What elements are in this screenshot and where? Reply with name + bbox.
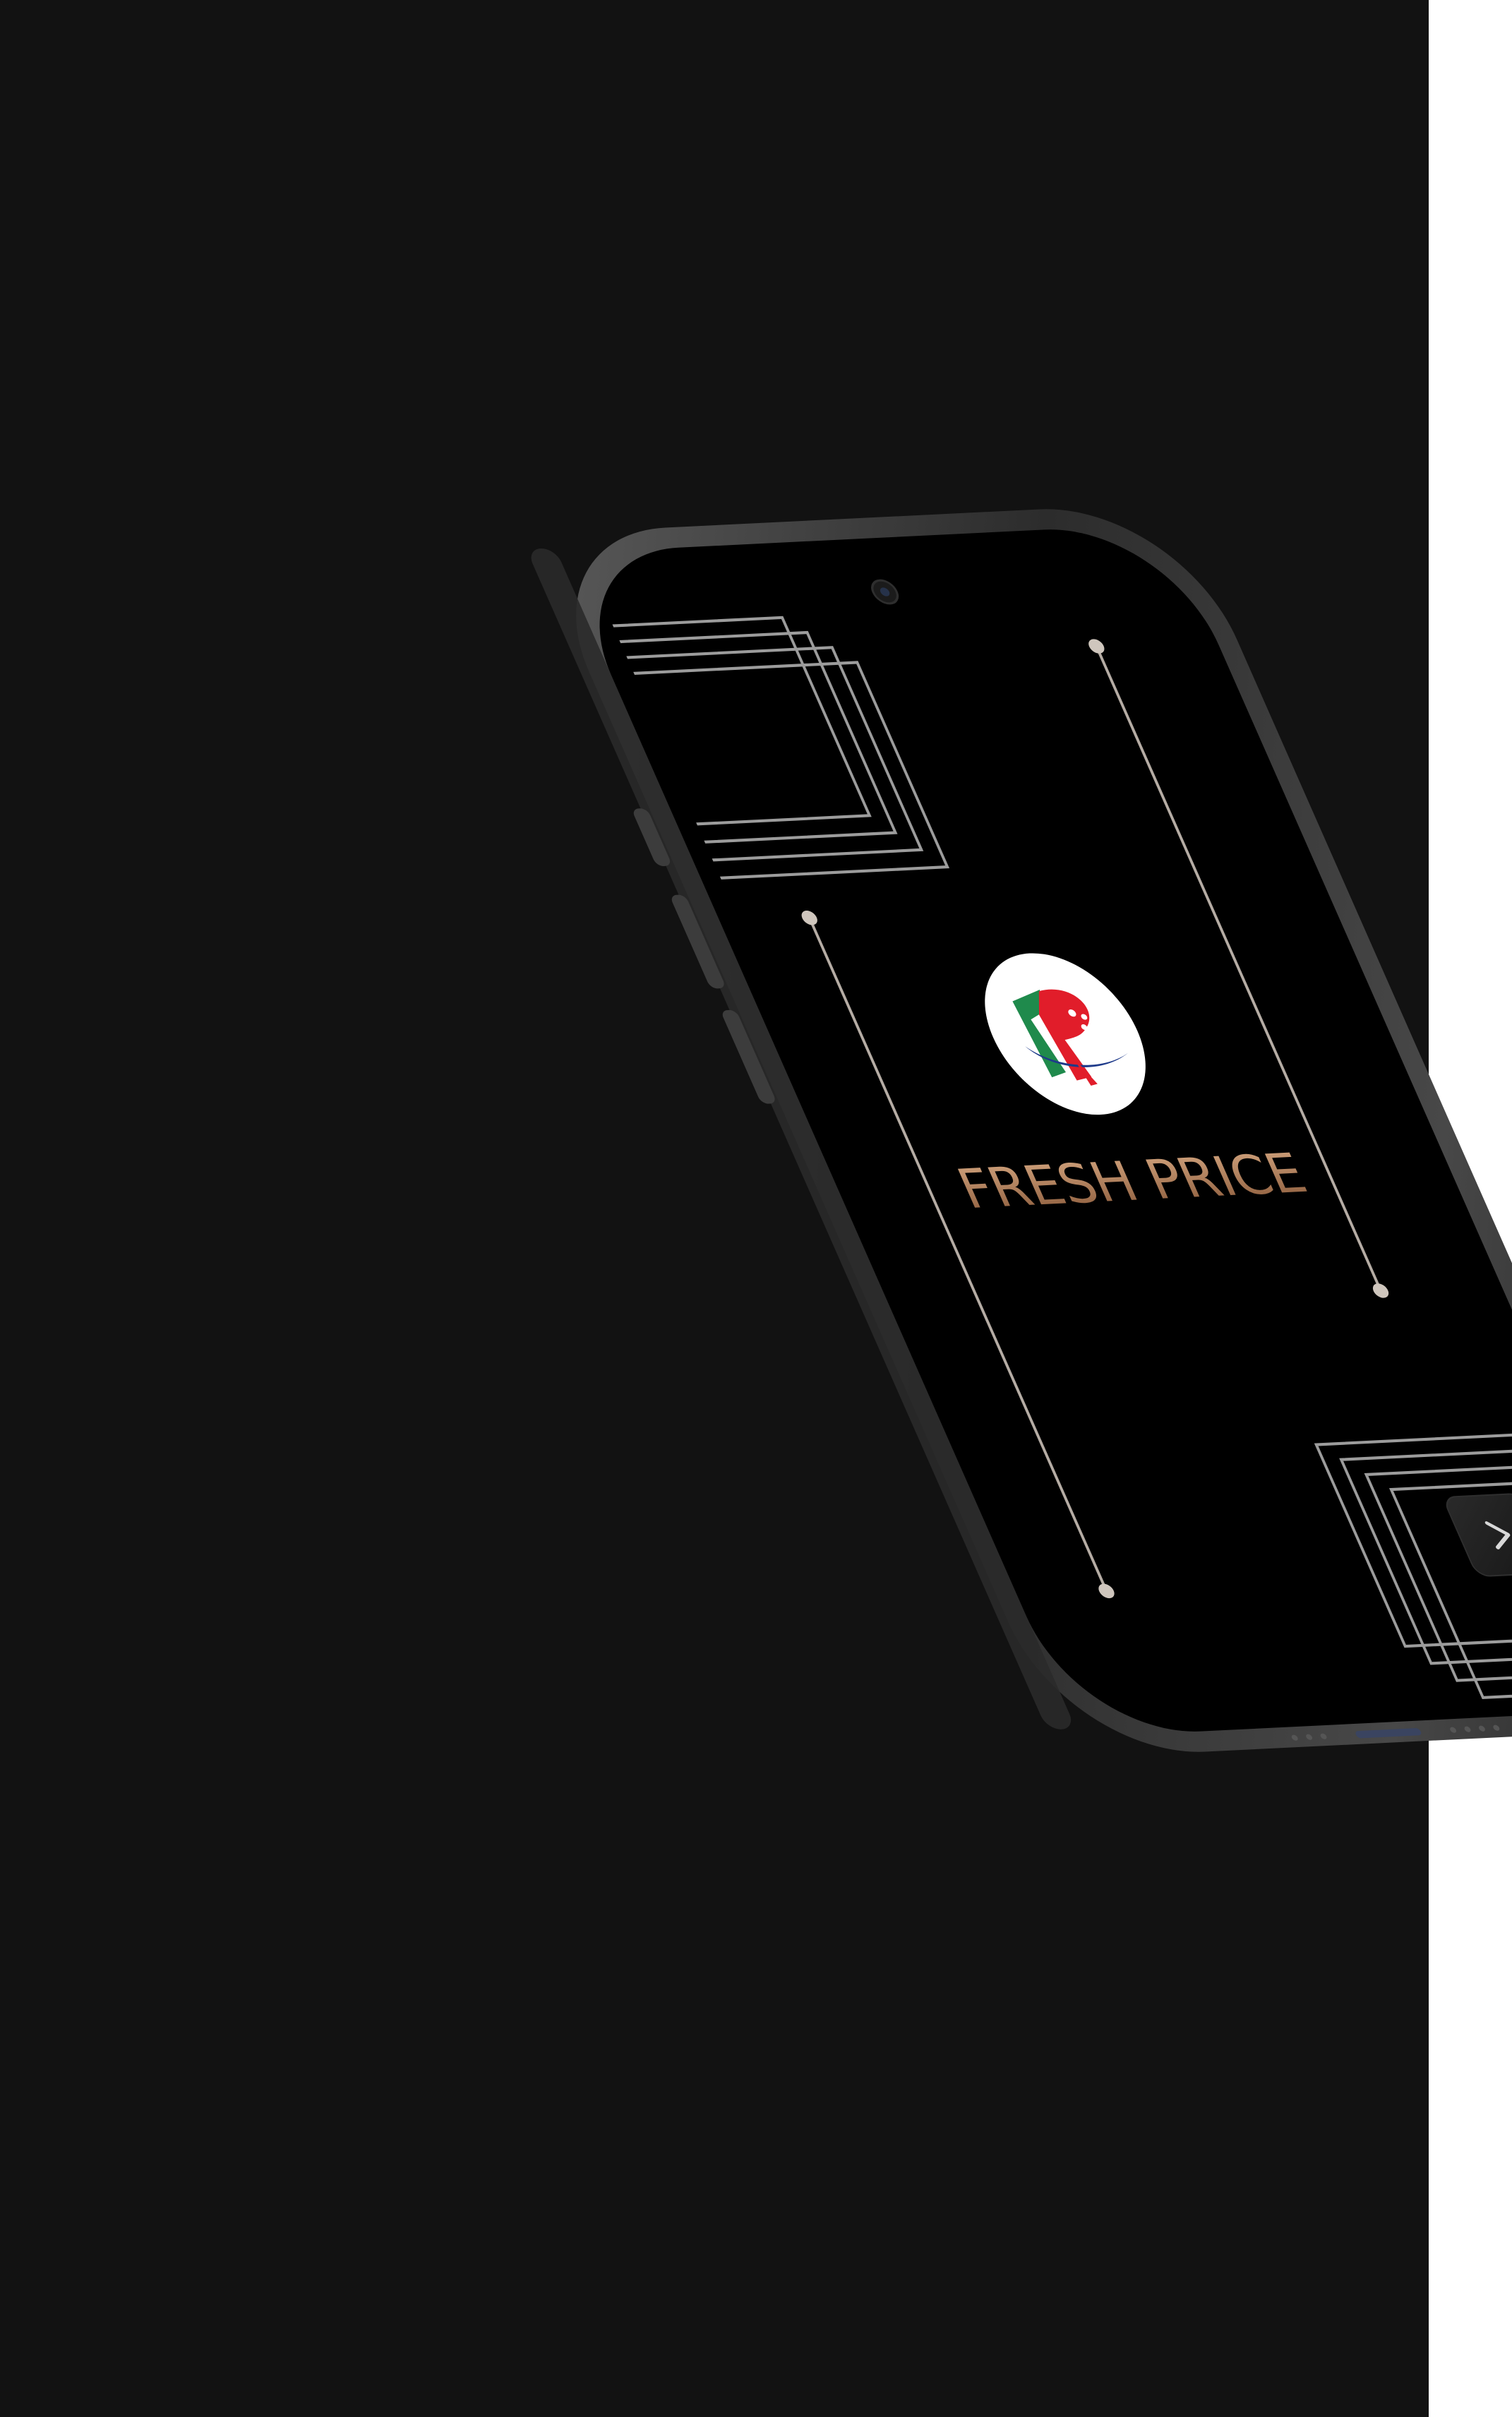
phone-mockup-scene: FRESH PRICE [531,509,1512,1752]
phone-body: FRESH PRICE [531,509,1512,1752]
phone-screen [599,529,1512,1732]
